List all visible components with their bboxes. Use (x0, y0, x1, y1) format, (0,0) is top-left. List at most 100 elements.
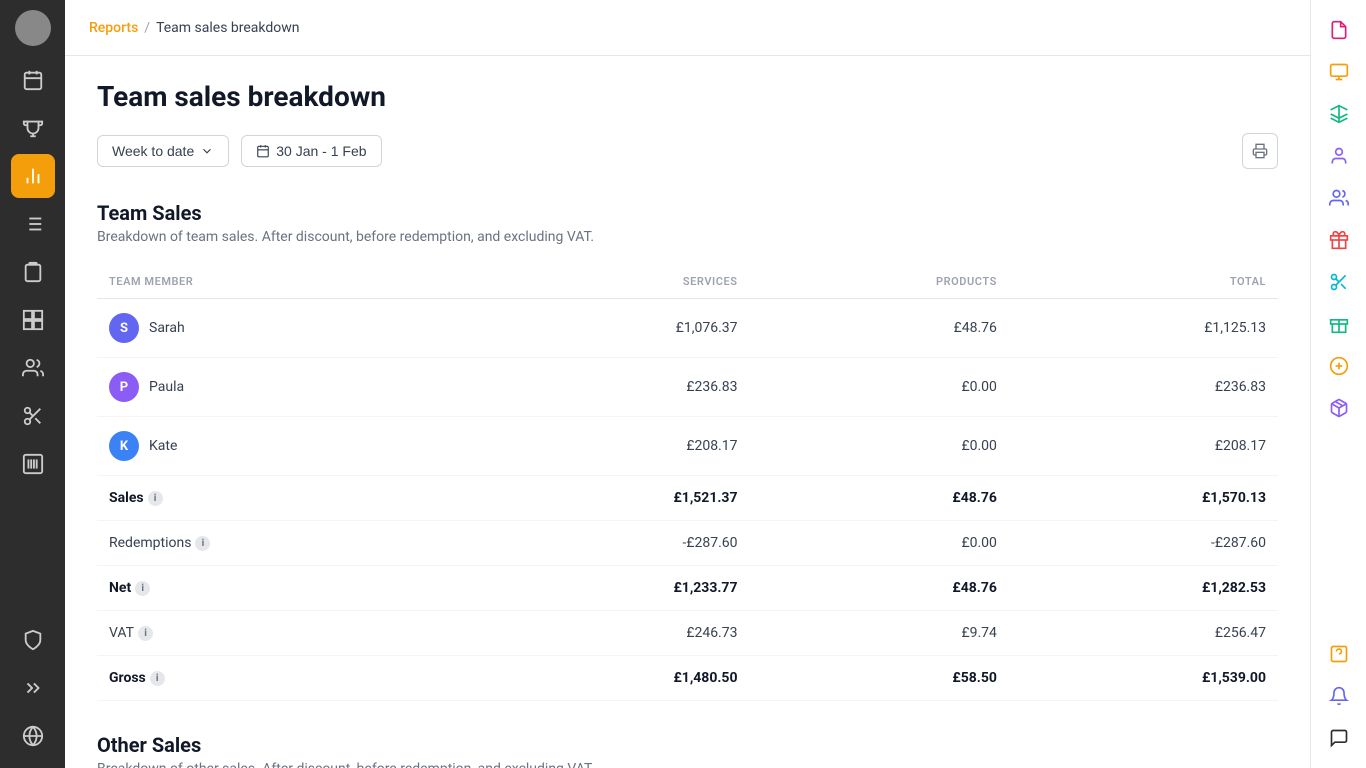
left-sidebar (0, 0, 65, 768)
sidebar-item-list[interactable] (11, 202, 55, 246)
summary-products: £48.76 (750, 566, 1009, 611)
summary-row: Sales i £1,521.37 £48.76 £1,570.13 (97, 476, 1278, 521)
content-area: Team sales breakdown Week to date 30 Jan… (65, 56, 1310, 768)
rail-package-icon[interactable] (1319, 388, 1359, 428)
summary-label: Sales i (97, 476, 480, 521)
summary-total: £1,539.00 (1009, 656, 1278, 701)
rail-person-icon[interactable] (1319, 136, 1359, 176)
team-sales-desc: Breakdown of team sales. After discount,… (97, 229, 1278, 245)
summary-label: VAT i (97, 611, 480, 656)
date-filter-button[interactable]: 30 Jan - 1 Feb (241, 135, 381, 167)
member-products: £48.76 (750, 299, 1009, 358)
breadcrumb: Reports / Team sales breakdown (89, 20, 300, 36)
member-products: £0.00 (750, 358, 1009, 417)
col-header-total: TOTAL (1009, 265, 1278, 299)
member-avatar: P (109, 372, 139, 402)
info-icon[interactable]: i (138, 626, 153, 641)
sidebar-item-layout[interactable] (11, 298, 55, 342)
sidebar-item-globe[interactable] (11, 714, 55, 758)
table-row: S Sarah £1,076.37 £48.76 £1,125.13 (97, 299, 1278, 358)
sidebar-item-expand[interactable] (11, 666, 55, 710)
summary-total: -£287.60 (1009, 521, 1278, 566)
summary-services: -£287.60 (480, 521, 749, 566)
info-icon[interactable]: i (195, 536, 210, 551)
rail-scales-icon[interactable] (1319, 94, 1359, 134)
member-services: £236.83 (480, 358, 749, 417)
summary-services: £1,480.50 (480, 656, 749, 701)
rail-money-icon[interactable] (1319, 346, 1359, 386)
date-filter-label: 30 Jan - 1 Feb (276, 143, 366, 159)
summary-products: £48.76 (750, 476, 1009, 521)
info-icon[interactable]: i (150, 671, 165, 686)
rail-gift-icon[interactable] (1319, 220, 1359, 260)
member-name: Paula (149, 379, 184, 395)
rail-bottom (1319, 634, 1359, 758)
summary-services: £1,521.37 (480, 476, 749, 521)
chevron-down-icon (200, 144, 214, 158)
member-name: Kate (149, 438, 177, 454)
member-total: £236.83 (1009, 358, 1278, 417)
member-services: £1,076.37 (480, 299, 749, 358)
rail-people-icon[interactable] (1319, 178, 1359, 218)
summary-label: Gross i (97, 656, 480, 701)
page-title: Team sales breakdown (97, 80, 1278, 113)
sidebar-item-shield[interactable] (11, 618, 55, 662)
summary-total: £1,282.53 (1009, 566, 1278, 611)
sidebar-item-scissors[interactable] (11, 394, 55, 438)
member-cell: K Kate (97, 417, 480, 476)
member-name: Sarah (149, 320, 185, 336)
rail-scissors-icon[interactable] (1319, 262, 1359, 302)
rail-register-icon[interactable] (1319, 52, 1359, 92)
other-sales-desc: Breakdown of other sales. After discount… (97, 761, 1278, 768)
rail-reports-icon[interactable] (1319, 10, 1359, 50)
sidebar-bottom (11, 618, 55, 758)
sidebar-item-barcode[interactable] (11, 442, 55, 486)
sidebar-item-reports[interactable] (11, 154, 55, 198)
summary-products: £58.50 (750, 656, 1009, 701)
col-header-products: PRODUCTS (750, 265, 1009, 299)
filter-bar: Week to date 30 Jan - 1 Feb (97, 133, 1278, 169)
main-content: Reports / Team sales breakdown Team sale… (65, 0, 1310, 768)
avatar[interactable] (15, 10, 51, 46)
info-icon[interactable]: i (135, 581, 150, 596)
sidebar-item-trophy[interactable] (11, 106, 55, 150)
rail-question-icon[interactable] (1319, 634, 1359, 674)
summary-row: Net i £1,233.77 £48.76 £1,282.53 (97, 566, 1278, 611)
summary-products: £9.74 (750, 611, 1009, 656)
summary-total: £256.47 (1009, 611, 1278, 656)
member-cell: P Paula (97, 358, 480, 417)
rail-gift2-icon[interactable] (1319, 304, 1359, 344)
team-sales-section: Team Sales Breakdown of team sales. Afte… (97, 201, 1278, 701)
team-sales-title: Team Sales (97, 201, 1278, 225)
print-button[interactable] (1242, 133, 1278, 169)
calendar-icon (256, 144, 270, 158)
col-header-services: SERVICES (480, 265, 749, 299)
table-row: K Kate £208.17 £0.00 £208.17 (97, 417, 1278, 476)
team-sales-table: TEAM MEMBER SERVICES PRODUCTS TOTAL S Sa… (97, 265, 1278, 701)
sidebar-item-clipboard[interactable] (11, 250, 55, 294)
member-products: £0.00 (750, 417, 1009, 476)
period-filter-button[interactable]: Week to date (97, 135, 229, 167)
sidebar-item-users[interactable] (11, 346, 55, 390)
member-avatar: S (109, 313, 139, 343)
sidebar-item-calendar[interactable] (11, 58, 55, 102)
rail-bell-icon[interactable] (1319, 676, 1359, 716)
info-icon[interactable]: i (148, 491, 163, 506)
right-rail (1310, 0, 1366, 768)
breadcrumb-reports-link[interactable]: Reports (89, 20, 138, 36)
summary-services: £1,233.77 (480, 566, 749, 611)
summary-label: Net i (97, 566, 480, 611)
breadcrumb-separator: / (144, 20, 150, 36)
summary-products: £0.00 (750, 521, 1009, 566)
print-icon (1252, 143, 1268, 159)
breadcrumb-current: Team sales breakdown (156, 20, 299, 36)
topbar: Reports / Team sales breakdown (65, 0, 1310, 56)
member-total: £208.17 (1009, 417, 1278, 476)
member-avatar: K (109, 431, 139, 461)
summary-row: VAT i £246.73 £9.74 £256.47 (97, 611, 1278, 656)
period-filter-label: Week to date (112, 143, 194, 159)
table-row: P Paula £236.83 £0.00 £236.83 (97, 358, 1278, 417)
summary-total: £1,570.13 (1009, 476, 1278, 521)
summary-row: Redemptions i -£287.60 £0.00 -£287.60 (97, 521, 1278, 566)
rail-chat-icon[interactable] (1319, 718, 1359, 758)
